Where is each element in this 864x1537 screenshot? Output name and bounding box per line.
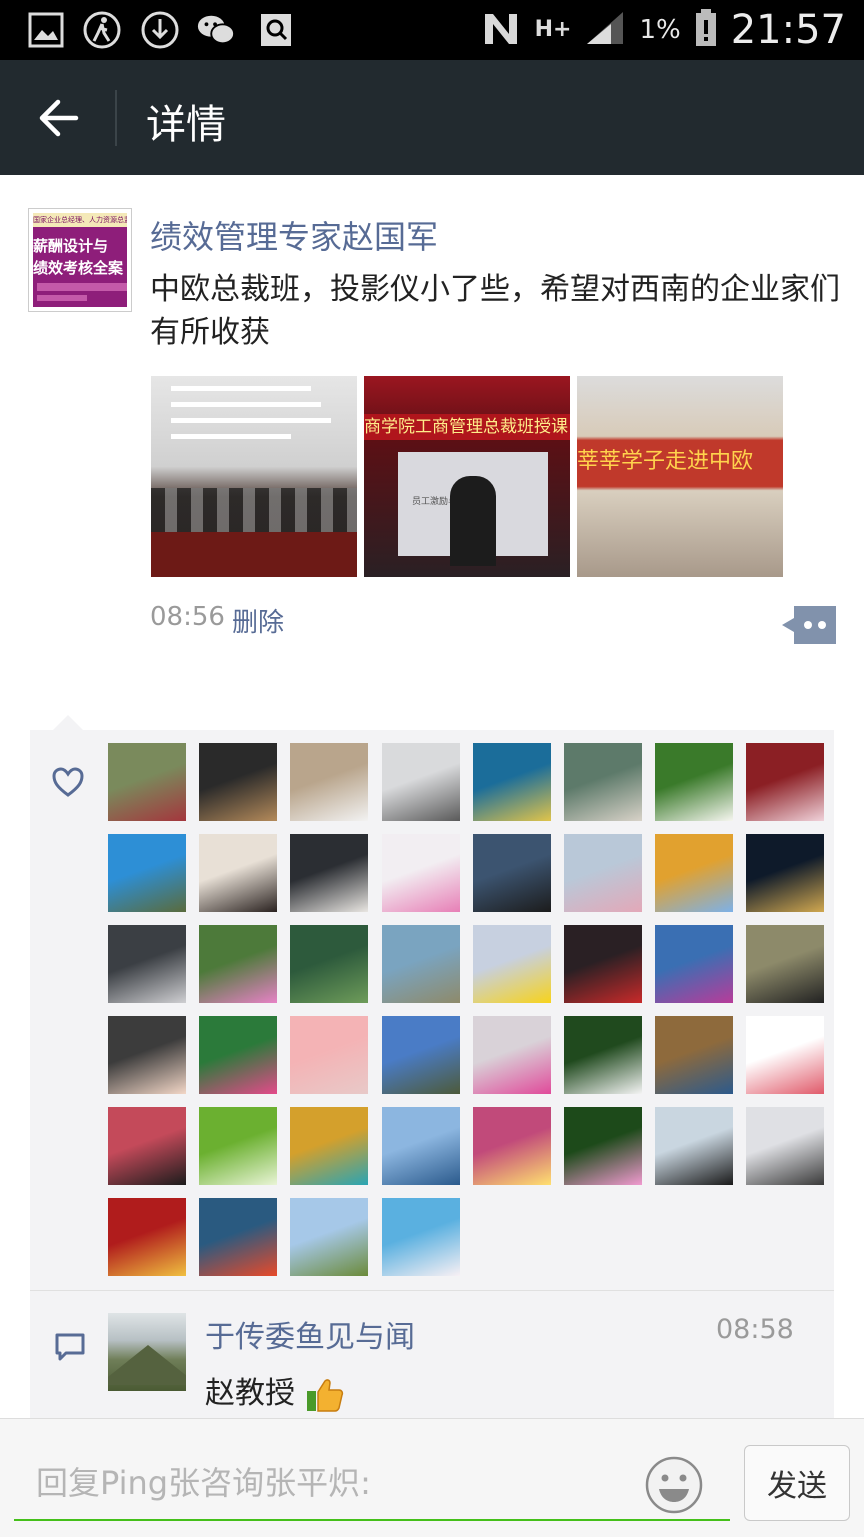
- gallery-icon: [26, 10, 66, 50]
- back-button[interactable]: [28, 88, 88, 148]
- liker-avatar[interactable]: [746, 1107, 824, 1185]
- avatar-title-line1: 薪酬设计与: [33, 237, 109, 255]
- liker-avatar[interactable]: [564, 743, 642, 821]
- smiley-icon: [645, 1456, 703, 1514]
- title-divider: [115, 90, 117, 146]
- network-type: H+: [534, 17, 572, 42]
- thumbs-up-icon: [305, 1377, 345, 1413]
- comment-text: 赵教授: [205, 1368, 345, 1413]
- signal-icon: [585, 10, 625, 50]
- liker-avatar[interactable]: [746, 1016, 824, 1094]
- liker-avatar[interactable]: [382, 743, 460, 821]
- liker-avatar[interactable]: [199, 1016, 277, 1094]
- liker-avatar[interactable]: [290, 1016, 368, 1094]
- emoji-button[interactable]: [644, 1455, 704, 1515]
- download-icon: [140, 10, 180, 50]
- liker-avatar[interactable]: [108, 1198, 186, 1276]
- search-notebook-icon: [256, 10, 296, 50]
- liker-avatar[interactable]: [382, 1016, 460, 1094]
- liker-avatar[interactable]: [473, 925, 551, 1003]
- liker-avatar[interactable]: [199, 743, 277, 821]
- liker-avatar[interactable]: [746, 834, 824, 912]
- heart-icon: [51, 766, 85, 800]
- post-photo-3[interactable]: 莘莘学子走进中欧: [577, 376, 783, 577]
- battery-icon: [695, 9, 717, 51]
- commenter-name[interactable]: 于传委鱼见与闻: [205, 1312, 415, 1356]
- delete-link[interactable]: 删除: [232, 602, 284, 639]
- liker-avatar[interactable]: [746, 743, 824, 821]
- liker-avatar[interactable]: [564, 834, 642, 912]
- liker-avatar[interactable]: [382, 834, 460, 912]
- liker-avatar[interactable]: [199, 1107, 277, 1185]
- comments-divider: [30, 1290, 834, 1291]
- liker-avatar[interactable]: [382, 1198, 460, 1276]
- liker-avatar[interactable]: [290, 743, 368, 821]
- panel-pointer: [52, 715, 84, 731]
- status-bar: H+ 1% 21:57: [0, 0, 864, 60]
- title-bar: 详情: [0, 60, 864, 175]
- author-avatar[interactable]: 国家企业总经理、人力资源总监 (HRD) 薪酬设计与 绩效考核全案: [28, 208, 132, 312]
- clock: 21:57: [730, 7, 846, 53]
- nfc-icon: [481, 8, 521, 52]
- liker-avatar[interactable]: [199, 925, 277, 1003]
- comment-menu-button[interactable]: [782, 606, 836, 644]
- post-time: 08:56: [150, 602, 225, 632]
- liker-avatar[interactable]: [655, 1016, 733, 1094]
- reply-bar: 发送: [0, 1418, 864, 1537]
- liker-avatar[interactable]: [655, 834, 733, 912]
- post-photo-2[interactable]: 商学院工商管理总裁班授课 员工激励与绩效管理: [364, 376, 570, 577]
- back-arrow-icon: [39, 99, 79, 137]
- liker-avatar[interactable]: [382, 1107, 460, 1185]
- liker-avatar[interactable]: [473, 743, 551, 821]
- photo-banner-text: 商学院工商管理总裁班授课: [364, 414, 570, 440]
- liker-avatar[interactable]: [564, 1016, 642, 1094]
- battery-percent: 1%: [639, 15, 681, 45]
- wechat-icon: [196, 10, 236, 50]
- post-photo-1[interactable]: [151, 376, 357, 577]
- liker-avatar[interactable]: [655, 1107, 733, 1185]
- liker-avatar[interactable]: [108, 834, 186, 912]
- avatar-title-line2: 绩效考核全案: [33, 259, 124, 277]
- comment-bubble-icon: [54, 1332, 86, 1362]
- comment-body: 赵教授: [205, 1376, 295, 1411]
- liker-avatar[interactable]: [199, 834, 277, 912]
- liker-avatar[interactable]: [108, 925, 186, 1003]
- avatar-strip-text: 国家企业总经理、人力资源总监 (HRD): [33, 213, 127, 227]
- liker-avatar[interactable]: [290, 1198, 368, 1276]
- photo-banner-text: 莘莘学子走进中欧: [577, 449, 754, 474]
- liker-avatar[interactable]: [108, 743, 186, 821]
- post-author-name[interactable]: 绩效管理专家赵国军: [150, 212, 438, 258]
- liker-avatar[interactable]: [473, 834, 551, 912]
- liker-avatar[interactable]: [108, 1016, 186, 1094]
- liker-avatar[interactable]: [655, 743, 733, 821]
- liker-avatar[interactable]: [746, 925, 824, 1003]
- liker-avatar[interactable]: [290, 925, 368, 1003]
- liker-avatar[interactable]: [382, 925, 460, 1003]
- reply-input-wrapper: [14, 1447, 730, 1521]
- post-text: 中欧总裁班，投影仪小了些，希望对西南的企业家们有所收获: [150, 272, 840, 350]
- walker-icon: [82, 10, 122, 50]
- liker-avatar[interactable]: [473, 1107, 551, 1185]
- comment-time: 08:58: [716, 1314, 794, 1345]
- liker-avatar[interactable]: [564, 1107, 642, 1185]
- book-cover-image: 国家企业总经理、人力资源总监 (HRD) 薪酬设计与 绩效考核全案: [33, 213, 127, 307]
- liker-avatar[interactable]: [290, 834, 368, 912]
- liker-avatar[interactable]: [655, 925, 733, 1003]
- liker-avatar[interactable]: [564, 925, 642, 1003]
- liker-avatar[interactable]: [290, 1107, 368, 1185]
- liker-avatar[interactable]: [473, 1016, 551, 1094]
- commenter-avatar[interactable]: [108, 1313, 186, 1391]
- more-dots-icon: [782, 606, 836, 644]
- reply-input[interactable]: [34, 1457, 638, 1509]
- send-button[interactable]: 发送: [744, 1445, 850, 1521]
- liker-avatar[interactable]: [108, 1107, 186, 1185]
- page-title: 详情: [146, 102, 226, 148]
- liker-avatar[interactable]: [199, 1198, 277, 1276]
